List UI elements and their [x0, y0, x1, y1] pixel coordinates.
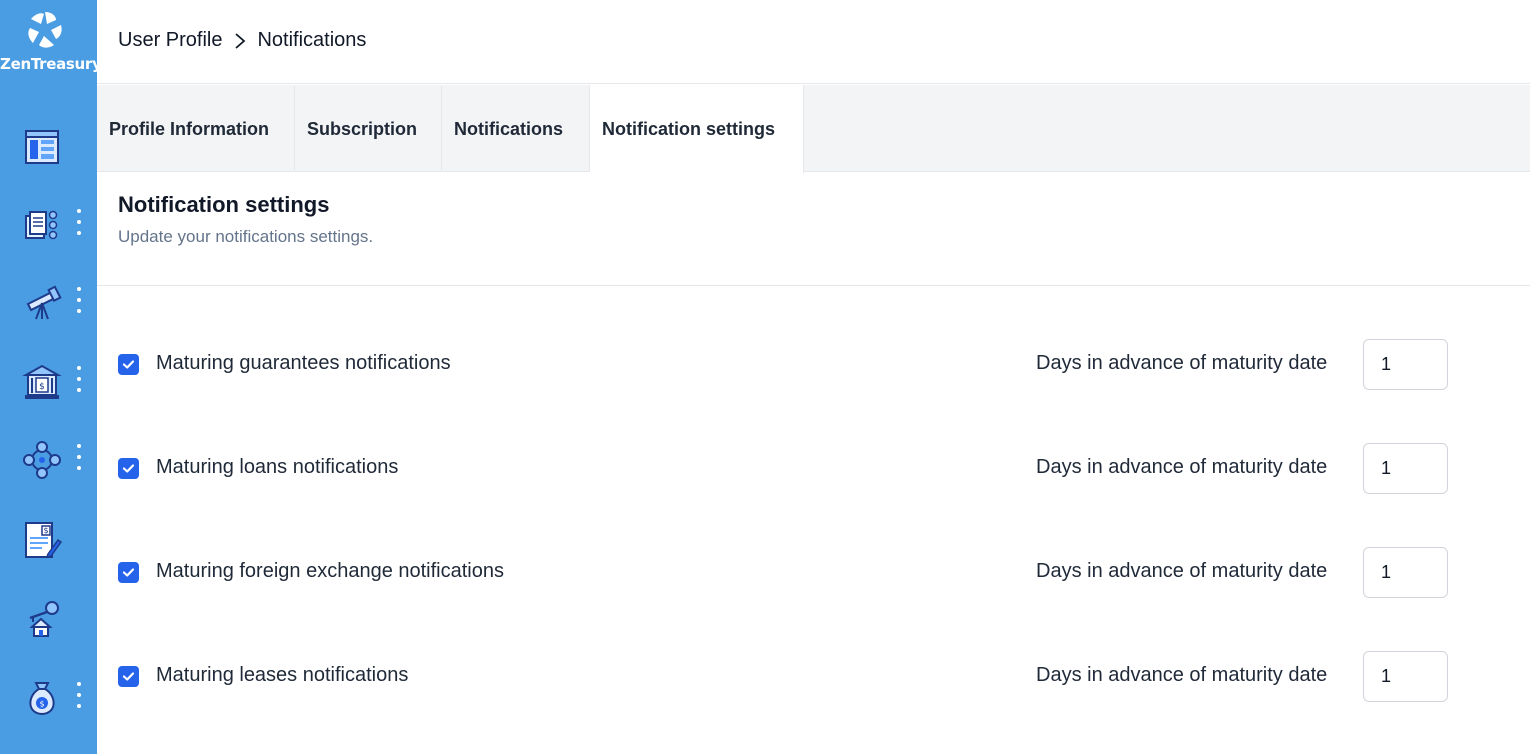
- telescope-icon: [26, 285, 62, 320]
- days-in-advance-label: Days in advance of maturity date: [1036, 352, 1328, 374]
- checkmark-icon: [122, 360, 135, 369]
- setting-row-leases: Maturing leases notifications Days in ad…: [97, 651, 1530, 703]
- nav-key-house[interactable]: [0, 588, 97, 648]
- foreign-exchange-label: Maturing foreign exchange notifications: [156, 560, 504, 582]
- nav-invoice[interactable]: $: [0, 510, 97, 570]
- nav-documents[interactable]: [0, 195, 97, 255]
- foreign-exchange-days-input[interactable]: [1363, 547, 1448, 598]
- leases-days-input[interactable]: [1363, 651, 1448, 702]
- guarantees-days-input[interactable]: [1363, 339, 1448, 390]
- leases-label: Maturing leases notifications: [156, 664, 409, 686]
- setting-row-guarantees: Maturing guarantees notifications Days i…: [97, 339, 1530, 391]
- breadcrumb-user-profile[interactable]: User Profile: [118, 29, 222, 52]
- loans-checkbox[interactable]: [118, 458, 139, 479]
- menu-dots-icon[interactable]: [75, 287, 83, 319]
- breadcrumb-notifications: Notifications: [257, 29, 367, 51]
- section-title: Notification settings: [118, 192, 330, 217]
- days-in-advance-label: Days in advance of maturity date: [1036, 664, 1328, 686]
- svg-text:$: $: [43, 526, 48, 535]
- checkmark-icon: [122, 568, 135, 577]
- tab-notifications[interactable]: Notifications: [442, 85, 590, 172]
- profile-tabs: Profile Information Subscription Notific…: [97, 85, 1530, 173]
- page-header: User Profile Notifications: [97, 0, 1530, 84]
- nav-bank[interactable]: $: [0, 352, 97, 412]
- setting-row-foreign-exchange: Maturing foreign exchange notifications …: [97, 547, 1530, 599]
- menu-dots-icon[interactable]: [75, 444, 83, 476]
- divider: [97, 285, 1530, 286]
- svg-text:$: $: [39, 382, 45, 392]
- brand-name: ZenTreasury: [0, 55, 102, 73]
- days-in-advance-label: Days in advance of maturity date: [1036, 560, 1328, 582]
- network-icon: [23, 441, 61, 479]
- loans-label: Maturing loans notifications: [156, 456, 399, 478]
- guarantees-label: Maturing guarantees notifications: [156, 352, 451, 374]
- breadcrumb: User Profile Notifications: [118, 29, 366, 52]
- sidebar: ZenTreasury $ $ $: [0, 0, 102, 754]
- nav-telescope[interactable]: [0, 273, 97, 333]
- guarantees-checkbox[interactable]: [118, 354, 139, 375]
- checkmark-icon: [122, 464, 135, 473]
- section-subtitle: Update your notifications settings.: [118, 227, 374, 246]
- logo[interactable]: ZenTreasury: [0, 0, 102, 84]
- tab-subscription[interactable]: Subscription: [295, 85, 442, 172]
- checkmark-icon: [122, 672, 135, 681]
- tab-notification-settings[interactable]: Notification settings: [590, 85, 804, 173]
- nav-money-bag[interactable]: $: [0, 668, 97, 728]
- nav-dashboard[interactable]: [0, 117, 97, 177]
- documents-icon: [25, 210, 58, 240]
- svg-text:$: $: [39, 700, 44, 709]
- menu-dots-icon[interactable]: [75, 366, 83, 398]
- setting-row-loans: Maturing loans notifications Days in adv…: [97, 443, 1530, 495]
- menu-dots-icon[interactable]: [75, 682, 83, 714]
- days-in-advance-label: Days in advance of maturity date: [1036, 456, 1328, 478]
- chevron-right-icon: [235, 32, 246, 49]
- menu-dots-icon[interactable]: [75, 209, 83, 241]
- invoice-icon: $: [25, 522, 62, 559]
- key-house-icon: [29, 601, 59, 637]
- nav-network[interactable]: [0, 430, 97, 490]
- bank-icon: $: [22, 364, 62, 399]
- leases-checkbox[interactable]: [118, 666, 139, 687]
- logo-mark-icon: [28, 12, 62, 48]
- tab-profile-information[interactable]: Profile Information: [97, 85, 295, 172]
- dashboard-icon: [25, 130, 59, 164]
- foreign-exchange-checkbox[interactable]: [118, 562, 139, 583]
- loans-days-input[interactable]: [1363, 443, 1448, 494]
- money-bag-icon: $: [29, 682, 55, 716]
